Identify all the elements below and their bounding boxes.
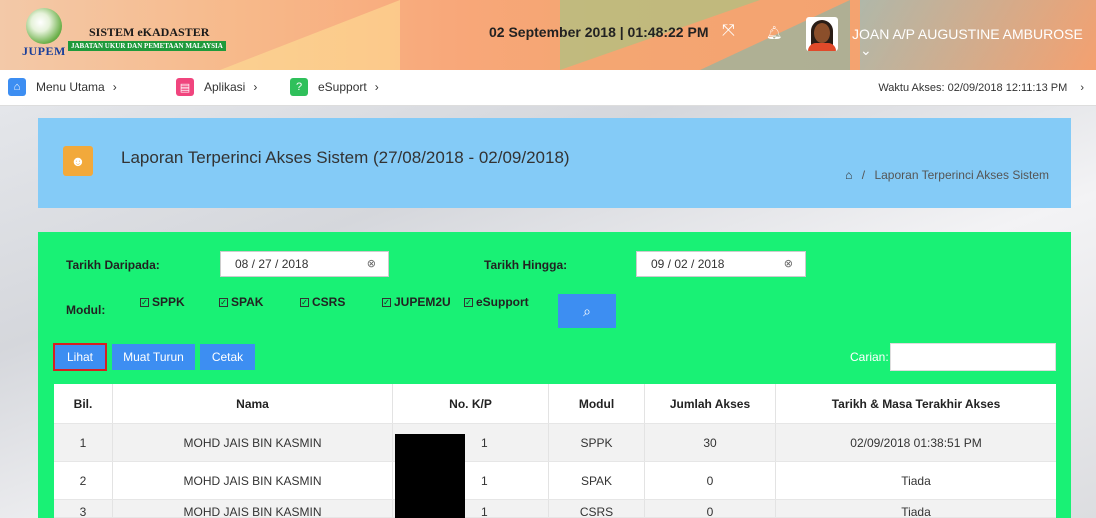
chevron-right-icon: › [112, 80, 117, 94]
app-icon: ▤ [176, 78, 194, 96]
checkbox-csrs[interactable]: ✓ CSRS [300, 295, 345, 309]
redaction-block [395, 434, 465, 518]
row-number: 1 [54, 424, 113, 461]
nav-label: Aplikasi [204, 80, 246, 94]
access-time[interactable]: Waktu Akses: 02/09/2018 12:11:13 PM › [878, 82, 1084, 94]
to-date-label: Tarikh Hingga: [484, 258, 568, 272]
table-row: 3 MOHD JAIS BIN KASMIN 1 CSRS 0 Tiada [54, 500, 1056, 518]
cetak-button[interactable]: Cetak [200, 344, 255, 370]
column-header[interactable]: Tarikh & Masa Terakhir Akses [776, 384, 1056, 423]
header-decoration [220, 0, 400, 70]
column-header[interactable]: Bil. [54, 384, 113, 423]
row-access-count: 0 [645, 500, 776, 517]
home-icon[interactable]: ⌂ [845, 168, 852, 182]
checkbox-icon: ✓ [140, 297, 149, 307]
clear-icon[interactable]: ⊗ [784, 257, 793, 270]
from-date-value: 08 / 27 / 2018 [235, 257, 309, 271]
to-date-value: 09 / 02 / 2018 [651, 257, 725, 271]
row-module: SPPK [549, 424, 645, 461]
row-last-access: 02/09/2018 01:38:51 PM [850, 435, 982, 450]
nav-esupport[interactable]: ? eSupport › [290, 78, 379, 96]
top-header: JUPEM SISTEM eKADASTER JABATAN UKUR DAN … [0, 0, 1096, 70]
from-date-label: Tarikh Daripada: [66, 258, 160, 272]
checkbox-icon: ✓ [219, 297, 228, 307]
user-menu[interactable]: JOAN A/P AUGUSTINE AMBUROSE ⌄ [852, 26, 1096, 59]
chevron-right-icon: › [1080, 82, 1084, 94]
row-module: CSRS [549, 500, 645, 517]
nav-menu-utama[interactable]: ⌂ Menu Utama › [8, 78, 117, 96]
to-date-input[interactable]: 09 / 02 / 2018 ⊗ [636, 251, 806, 277]
username: JOAN A/P AUGUSTINE AMBUROSE [852, 26, 1083, 42]
breadcrumb-navbar: ⌂ Menu Utama › ▤ Aplikasi › ? eSupport ›… [0, 70, 1096, 106]
row-access-count: 0 [645, 462, 776, 499]
checkbox-esupport[interactable]: ✓ eSupport [464, 295, 529, 309]
nav-label: Menu Utama [36, 80, 105, 94]
breadcrumb-separator: / [861, 168, 866, 182]
column-header[interactable]: Modul [549, 384, 645, 423]
checkbox-icon: ✓ [382, 297, 391, 307]
search-input[interactable] [890, 343, 1056, 371]
row-last-access: Tiada [901, 473, 931, 488]
fullscreen-icon[interactable]: ⤧ [722, 22, 735, 40]
column-header[interactable]: Jumlah Akses [645, 384, 776, 423]
bell-icon[interactable]: 🔔︎ [766, 25, 783, 41]
jupem-logo[interactable]: JUPEM [22, 8, 68, 58]
table-row: 2 MOHD JAIS BIN KASMIN 1 SPAK 0 Tiada [54, 462, 1056, 500]
row-number: 3 [54, 500, 113, 517]
search-label: Carian: [850, 350, 889, 364]
brand: SISTEM eKADASTER JABATAN UKUR DAN PEMETA… [68, 25, 226, 51]
modul-label: Modul: [66, 303, 106, 317]
home-icon: ⌂ [8, 78, 26, 96]
column-header[interactable]: No. K/P [393, 384, 549, 423]
column-header[interactable]: Nama [113, 384, 393, 423]
search-button[interactable]: ⌕ [558, 294, 616, 328]
breadcrumb-current: Laporan Terperinci Akses Sistem [874, 168, 1049, 182]
current-datetime: 02 September 2018 | 01:48:22 PM [489, 24, 709, 40]
brand-title: SISTEM eKADASTER [89, 25, 210, 39]
row-name: MOHD JAIS BIN KASMIN [113, 424, 393, 461]
row-access-count: 30 [645, 424, 776, 461]
row-module: SPAK [549, 462, 645, 499]
checkbox-sppk[interactable]: ✓ SPPK [140, 295, 185, 309]
chevron-right-icon: › [374, 80, 379, 94]
page-header-panel: ☻ Laporan Terperinci Akses Sistem (27/08… [38, 118, 1071, 208]
checkbox-icon: ✓ [464, 297, 473, 307]
chevron-down-icon: ⌄ [860, 42, 872, 58]
checkbox-icon: ✓ [300, 297, 309, 307]
clear-icon[interactable]: ⊗ [367, 257, 376, 270]
help-icon: ? [290, 78, 308, 96]
page-title: Laporan Terperinci Akses Sistem (27/08/2… [121, 148, 570, 167]
checkbox-jupem2u[interactable]: ✓ JUPEM2U [382, 295, 451, 309]
breadcrumb: ⌂ / Laporan Terperinci Akses Sistem [845, 168, 1049, 182]
logo-text: JUPEM [22, 44, 66, 58]
globe-icon [26, 8, 62, 44]
nav-aplikasi[interactable]: ▤ Aplikasi › [176, 78, 257, 96]
muat-turun-button[interactable]: Muat Turun [112, 344, 195, 370]
table-header-row: Bil. Nama No. K/P Modul Jumlah Akses Tar… [54, 384, 1056, 424]
lihat-button[interactable]: Lihat [53, 343, 107, 371]
nav-label: eSupport [318, 80, 367, 94]
row-number: 2 [54, 462, 113, 499]
brand-subtitle: JABATAN UKUR DAN PEMETAAN MALAYSIA [68, 41, 226, 51]
row-last-access: Tiada [901, 505, 931, 518]
row-name: MOHD JAIS BIN KASMIN [113, 500, 393, 517]
checkbox-spak[interactable]: ✓ SPAK [219, 295, 263, 309]
report-panel: Tarikh Daripada: 08 / 27 / 2018 ⊗ Tarikh… [38, 232, 1071, 518]
chevron-right-icon: › [253, 80, 258, 94]
avatar[interactable] [806, 17, 838, 51]
from-date-input[interactable]: 08 / 27 / 2018 ⊗ [220, 251, 389, 277]
users-icon: ☻ [63, 146, 93, 176]
table-row: 1 MOHD JAIS BIN KASMIN 1 SPPK 30 02/09/2… [54, 424, 1056, 462]
row-name: MOHD JAIS BIN KASMIN [113, 462, 393, 499]
search-icon: ⌕ [583, 302, 591, 319]
